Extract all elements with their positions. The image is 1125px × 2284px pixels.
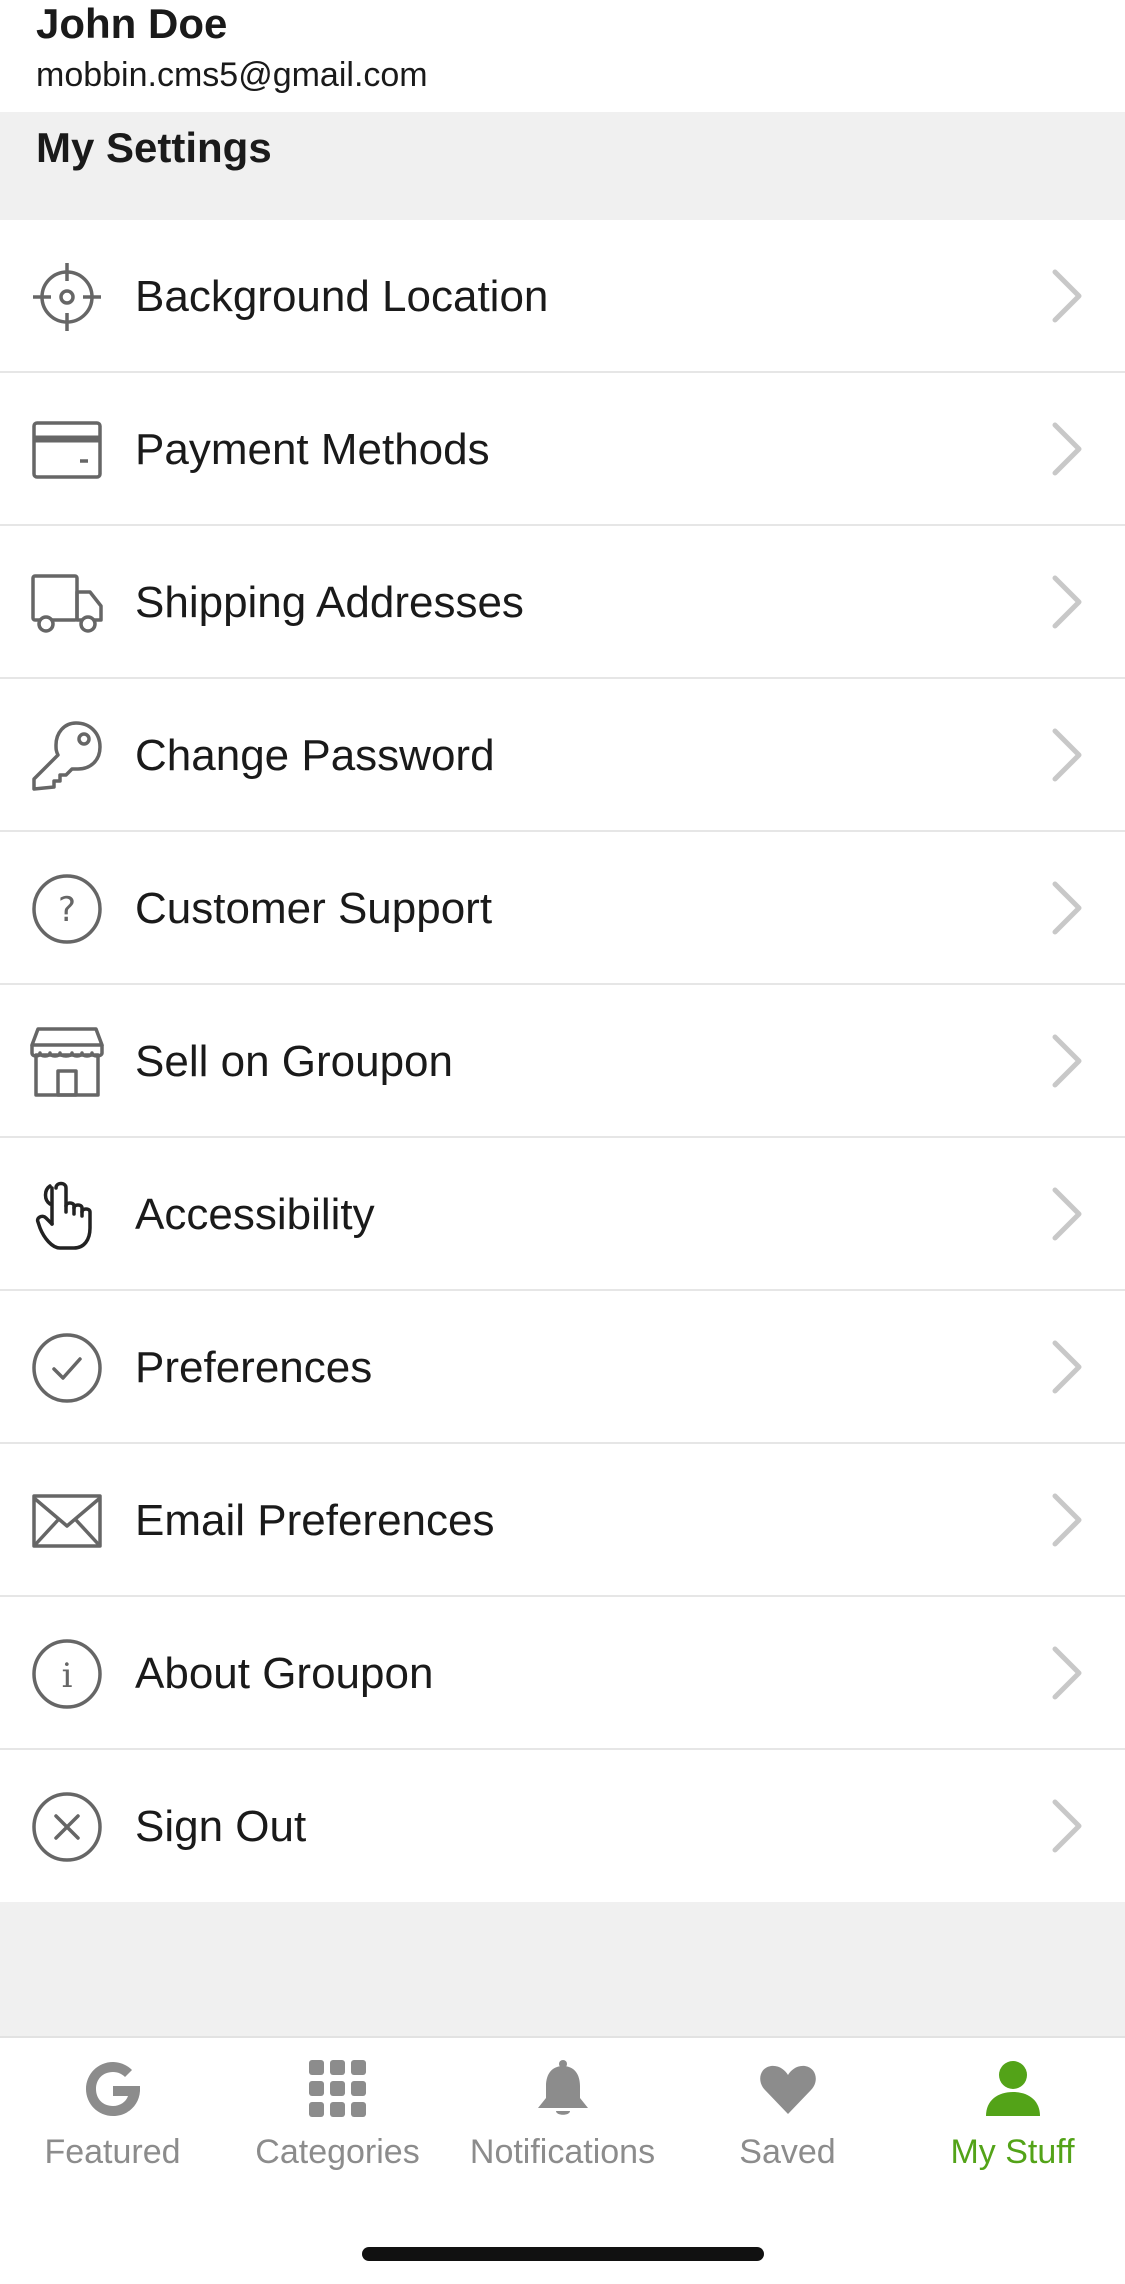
x-circle-icon xyxy=(30,1790,104,1864)
menu-item-sell-on-groupon[interactable]: Sell on Groupon xyxy=(0,985,1125,1138)
chevron-right-icon xyxy=(1035,572,1095,632)
menu-item-preferences[interactable]: Preferences xyxy=(0,1291,1125,1444)
chevron-right-icon xyxy=(1035,1490,1095,1550)
tab-categories[interactable]: Categories xyxy=(225,2038,450,2198)
truck-icon xyxy=(30,566,104,640)
chevron-right-icon xyxy=(1035,1796,1095,1856)
menu-item-label: Sign Out xyxy=(135,1802,307,1851)
tab-featured[interactable]: Featured xyxy=(0,2038,225,2198)
chevron-right-icon xyxy=(1035,725,1095,785)
envelope-icon xyxy=(30,1484,104,1558)
crosshair-icon xyxy=(30,260,104,334)
chevron-right-icon xyxy=(1035,1184,1095,1244)
heart-icon xyxy=(757,2058,819,2120)
info-circle-icon: i xyxy=(30,1637,104,1711)
menu-item-change-password[interactable]: Change Password xyxy=(0,679,1125,832)
tab-label: Notifications xyxy=(469,2133,656,2171)
check-circle-icon xyxy=(30,1331,104,1405)
empty-background xyxy=(0,1902,1125,2036)
menu-item-label: Sell on Groupon xyxy=(135,1037,453,1086)
menu-item-label: Shipping Addresses xyxy=(135,578,524,627)
menu-item-payment-methods[interactable]: Payment Methods xyxy=(0,373,1125,526)
menu-item-about-groupon[interactable]: i About Groupon xyxy=(0,1597,1125,1750)
profile-name: John Doe xyxy=(36,0,228,47)
menu-item-label: Preferences xyxy=(135,1343,373,1392)
credit-card-icon xyxy=(30,413,104,487)
bell-icon xyxy=(532,2058,594,2120)
storefront-icon xyxy=(30,1025,104,1099)
tab-notifications[interactable]: Notifications xyxy=(450,2038,675,2198)
person-icon xyxy=(982,2058,1044,2120)
chevron-right-icon xyxy=(1035,266,1095,326)
question-circle-icon: ? xyxy=(30,872,104,946)
menu-item-label: Background Location xyxy=(135,272,549,321)
menu-item-label: Customer Support xyxy=(135,884,493,933)
menu-item-accessibility[interactable]: Accessibility xyxy=(0,1138,1125,1291)
menu-item-customer-support[interactable]: ? Customer Support xyxy=(0,832,1125,985)
chevron-right-icon xyxy=(1035,878,1095,938)
tab-label: Categories xyxy=(255,2133,420,2171)
chevron-right-icon xyxy=(1035,1031,1095,1091)
settings-section-header: My Settings xyxy=(0,112,1125,220)
tab-label: My Stuff xyxy=(950,2133,1075,2171)
tab-label: Featured xyxy=(44,2133,181,2171)
groupon-g-icon xyxy=(82,2058,144,2120)
svg-text:i: i xyxy=(62,1656,73,1696)
settings-section-title: My Settings xyxy=(36,124,272,171)
menu-item-shipping-addresses[interactable]: Shipping Addresses xyxy=(0,526,1125,679)
home-indicator[interactable] xyxy=(362,2247,764,2261)
chevron-right-icon xyxy=(1035,1337,1095,1397)
grid-icon xyxy=(307,2058,369,2120)
chevron-right-icon xyxy=(1035,419,1095,479)
menu-item-label: Accessibility xyxy=(135,1190,375,1239)
menu-item-label: Change Password xyxy=(135,731,495,780)
hand-pointer-icon xyxy=(30,1178,104,1252)
settings-menu: Background Location Payment Methods Ship… xyxy=(0,220,1125,1903)
profile-header: John Doe mobbin.cms5@gmail.com xyxy=(0,0,1125,112)
tab-label: Saved xyxy=(739,2133,836,2171)
svg-text:?: ? xyxy=(58,890,76,930)
menu-item-background-location[interactable]: Background Location xyxy=(0,220,1125,373)
menu-item-sign-out[interactable]: Sign Out xyxy=(0,1750,1125,1903)
menu-item-label: About Groupon xyxy=(135,1649,434,1698)
menu-item-email-preferences[interactable]: Email Preferences xyxy=(0,1444,1125,1597)
menu-item-label: Payment Methods xyxy=(135,425,490,474)
tab-my-stuff[interactable]: My Stuff xyxy=(900,2038,1125,2198)
key-icon xyxy=(30,719,104,793)
tab-saved[interactable]: Saved xyxy=(675,2038,900,2198)
chevron-right-icon xyxy=(1035,1643,1095,1703)
menu-item-label: Email Preferences xyxy=(135,1496,495,1545)
profile-email: mobbin.cms5@gmail.com xyxy=(36,56,428,94)
